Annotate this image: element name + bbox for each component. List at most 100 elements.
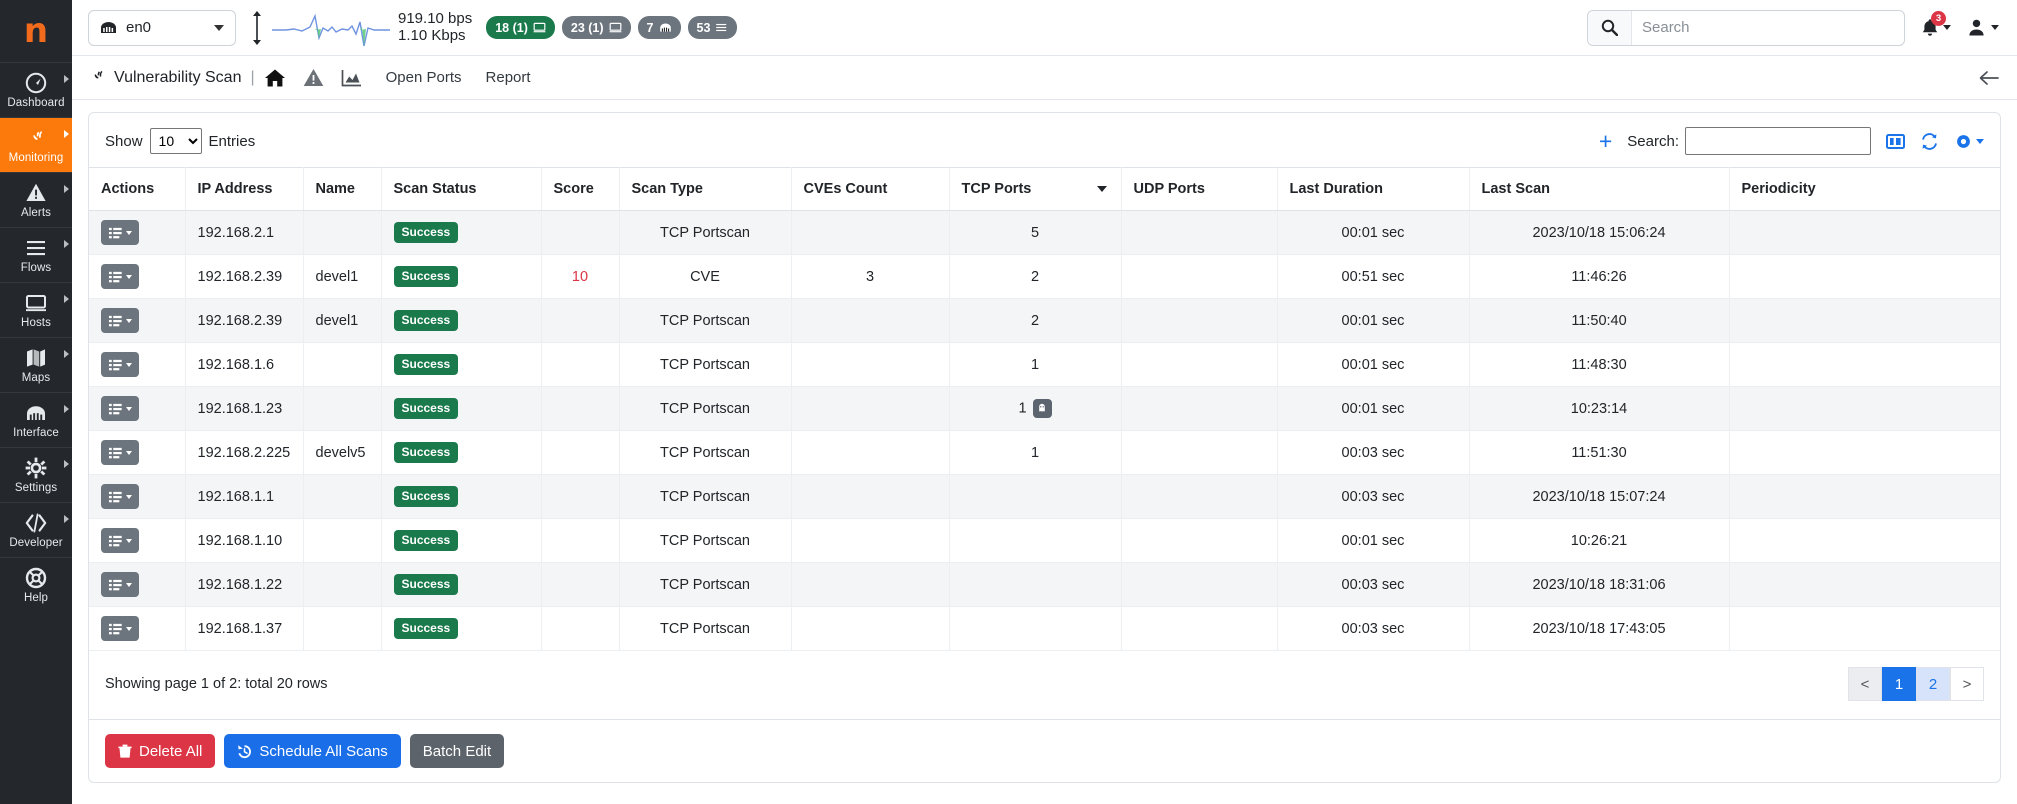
row-actions-button[interactable]	[101, 572, 139, 597]
breadcrumb-icons	[264, 68, 362, 88]
pagination-page-1[interactable]: 1	[1882, 667, 1916, 701]
pagination-next[interactable]: >	[1950, 667, 1984, 701]
table-row[interactable]: 192.168.1.6 Success TCP Portscan 1 00:01 sec…	[89, 342, 2000, 387]
chevron-down-icon	[126, 274, 132, 279]
ip-address-value: 192.168.2.39	[197, 268, 283, 285]
chevron-down-icon	[214, 24, 224, 31]
cell-periodicity	[1729, 430, 2000, 475]
column-header-periodicity[interactable]: Periodicity	[1729, 167, 2000, 211]
user-menu-button[interactable]	[1967, 18, 1999, 37]
schedule-all-scans-button[interactable]: Schedule All Scans	[224, 734, 401, 768]
ip-address-value: 192.168.2.225	[197, 444, 291, 461]
status-badge[interactable]: 23 (1)	[561, 16, 631, 39]
cell-ip-address: 192.168.1.23	[185, 386, 304, 431]
interface-selector[interactable]: en0	[88, 9, 236, 46]
column-header-scan-status[interactable]: Scan Status	[381, 167, 542, 211]
row-actions-button[interactable]	[101, 484, 139, 509]
status-badge: Success	[393, 442, 459, 463]
eye-icon[interactable]	[1954, 134, 1984, 149]
table-search-input[interactable]	[1685, 127, 1871, 155]
pagination-prev[interactable]: <	[1848, 667, 1882, 701]
chevron-down-icon	[126, 230, 132, 235]
sidebar-item-dashboard[interactable]: Dashboard	[0, 62, 72, 117]
column-header-actions[interactable]: Actions	[89, 167, 186, 211]
arrow-left-icon[interactable]	[1979, 70, 1999, 86]
table-row[interactable]: 192.168.1.10 Success TCP Portscan 00:01 sec…	[89, 518, 2000, 563]
row-actions-cell	[89, 210, 186, 255]
traffic-sparkline	[272, 8, 390, 48]
tcp-ports-value: 2	[1030, 312, 1040, 329]
ip-address-value: 192.168.1.10	[197, 532, 283, 549]
last-duration-value: 00:03 sec	[1341, 444, 1405, 461]
breadcrumb-link-report[interactable]: Report	[486, 69, 531, 86]
cell-score	[541, 298, 620, 343]
refresh-icon[interactable]	[1920, 132, 1939, 150]
columns-icon[interactable]	[1886, 133, 1905, 150]
column-header-scan-type[interactable]: Scan Type	[619, 167, 792, 211]
row-actions-button[interactable]	[101, 440, 139, 465]
cell-score	[541, 474, 620, 519]
app-logo[interactable]: n	[0, 0, 72, 62]
row-actions-button[interactable]	[101, 528, 139, 553]
table-row[interactable]: 192.168.2.39 devel1 Success TCP Portscan 2 00…	[89, 298, 2000, 343]
table-header-row: Actions IP Address Name Scan Status Score Sca…	[89, 167, 2000, 211]
sidebar-item-developer[interactable]: Developer	[0, 502, 72, 557]
status-badge[interactable]: 7	[637, 16, 681, 39]
search-input[interactable]	[1632, 19, 1904, 36]
batch-edit-label: Batch Edit	[422, 742, 492, 760]
table-row[interactable]: 192.168.1.37 Success TCP Portscan 00:03 sec…	[89, 606, 2000, 651]
table-row[interactable]: 192.168.2.39 devel1 Success 10 CVE 3 2 00:51 se…	[89, 254, 2000, 299]
chevron-down-icon	[126, 494, 132, 499]
cell-cves-count: 3	[791, 254, 950, 299]
column-header-last-duration[interactable]: Last Duration	[1277, 167, 1470, 211]
row-actions-button[interactable]	[101, 264, 139, 289]
cell-cves-count	[791, 518, 950, 563]
column-header-cves-count[interactable]: CVEs Count	[791, 167, 950, 211]
sidebar-item-maps[interactable]: Maps	[0, 337, 72, 392]
sidebar-item-interface[interactable]: Interface	[0, 392, 72, 447]
sidebar-item-alerts[interactable]: Alerts	[0, 172, 72, 227]
status-badge[interactable]: 18 (1)	[486, 16, 555, 39]
table-row[interactable]: 192.168.1.1 Success TCP Portscan 00:03 sec 2…	[89, 474, 2000, 519]
plus-icon[interactable]: +	[1599, 129, 1612, 153]
breadcrumb-link-open-ports[interactable]: Open Ports	[386, 69, 462, 86]
table-row[interactable]: 192.168.1.22 Success TCP Portscan 00:03 sec…	[89, 562, 2000, 607]
column-header-last-scan[interactable]: Last Scan	[1469, 167, 1730, 211]
batch-edit-button[interactable]: Batch Edit	[409, 734, 505, 768]
home-icon[interactable]	[264, 68, 286, 88]
sidebar-item-monitoring[interactable]: Monitoring	[0, 117, 72, 172]
score-value: 10	[571, 268, 589, 285]
chart-icon[interactable]	[341, 69, 362, 87]
delete-all-button[interactable]: Delete All	[105, 734, 216, 768]
pagination-page-2[interactable]: 2	[1916, 667, 1950, 701]
row-actions-button[interactable]	[101, 220, 139, 245]
sidebar-item-hosts[interactable]: Hosts	[0, 282, 72, 337]
column-header-udp-ports[interactable]: UDP Ports	[1121, 167, 1278, 211]
notifications-button[interactable]: 3	[1921, 10, 1951, 38]
column-header-tcp-ports[interactable]: TCP Ports	[949, 167, 1122, 211]
sidebar-item-settings[interactable]: Settings	[0, 447, 72, 502]
sidebar-item-label: Hosts	[21, 317, 51, 329]
sidebar-item-flows[interactable]: Flows	[0, 227, 72, 282]
table-row[interactable]: 192.168.2.225 develv5 Success TCP Portscan 1…	[89, 430, 2000, 475]
column-header-ip-address[interactable]: IP Address	[185, 167, 304, 211]
column-header-name[interactable]: Name	[303, 167, 382, 211]
chevron-down-icon	[126, 318, 132, 323]
warning-triangle-icon[interactable]	[303, 68, 324, 87]
row-actions-button[interactable]	[101, 616, 139, 641]
last-duration-value: 00:03 sec	[1341, 488, 1405, 505]
row-actions-button[interactable]	[101, 308, 139, 333]
cell-name	[303, 518, 382, 563]
row-actions-button[interactable]	[101, 396, 139, 421]
global-search[interactable]	[1587, 9, 1905, 46]
column-header-score[interactable]: Score	[541, 167, 620, 211]
table-row[interactable]: 192.168.2.1 Success TCP Portscan 5 00:01 sec…	[89, 210, 2000, 255]
cell-last-scan: 11:46:26	[1469, 254, 1730, 299]
status-badge[interactable]: 53	[687, 16, 738, 39]
table-row[interactable]: 192.168.1.23 Success TCP Portscan 1 00:01 se…	[89, 386, 2000, 431]
entries-select[interactable]: 102550100	[149, 128, 202, 154]
tcp-ports-value: 1	[1030, 444, 1040, 461]
row-actions-button[interactable]	[101, 352, 139, 377]
cell-udp-ports	[1121, 430, 1278, 475]
sidebar-item-help[interactable]: Help	[0, 557, 72, 612]
